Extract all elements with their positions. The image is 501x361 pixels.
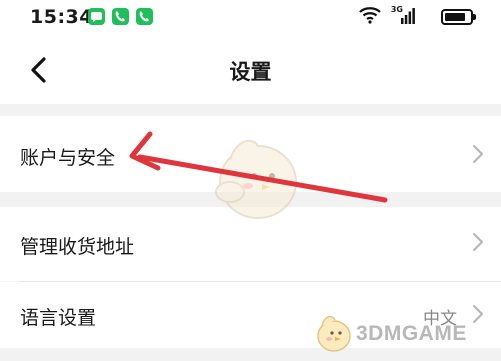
settings-item-label: 账户与安全 bbox=[20, 147, 116, 169]
mascot-watermark-icon bbox=[215, 139, 297, 219]
signal-icon bbox=[401, 8, 415, 24]
battery-icon bbox=[441, 9, 476, 25]
settings-item-label: 语言设置 bbox=[20, 307, 97, 329]
page-title: 设置 bbox=[229, 60, 272, 84]
chevron-right-icon bbox=[473, 145, 483, 163]
phone-icon bbox=[112, 8, 129, 25]
mascot-logo-icon bbox=[317, 315, 351, 352]
nav-bar: 设置 bbox=[0, 36, 501, 104]
chevron-right-icon bbox=[473, 233, 483, 251]
message-icon bbox=[88, 8, 105, 25]
chevron-right-icon bbox=[473, 305, 483, 323]
settings-item-label: 管理收货地址 bbox=[20, 236, 135, 258]
watermark-text: 3DMGAME bbox=[356, 322, 467, 345]
phone-icon bbox=[136, 8, 153, 25]
status-time: 15:34 bbox=[30, 6, 93, 28]
status-bar: 15:34 3G bbox=[0, 0, 501, 36]
wifi-icon bbox=[359, 7, 381, 24]
